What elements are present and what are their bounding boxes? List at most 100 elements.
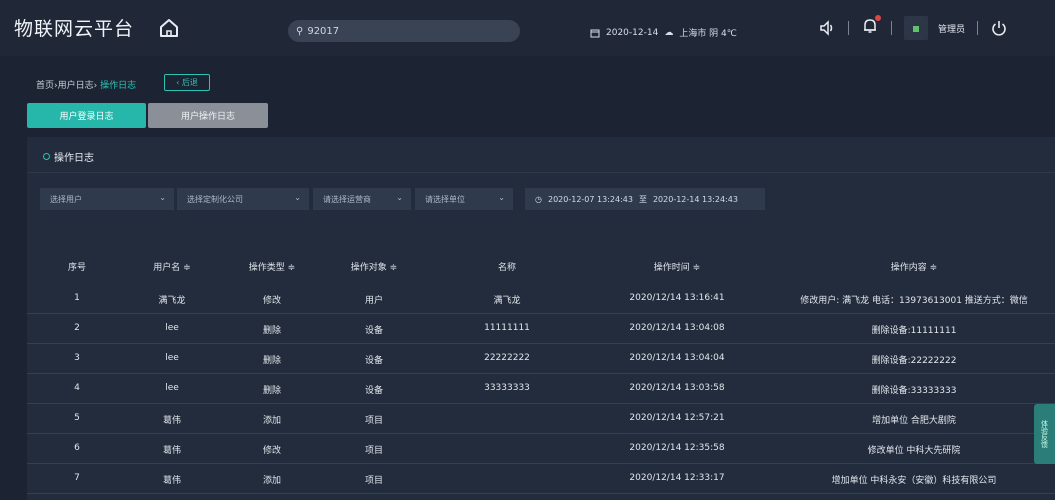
notification-button[interactable] [861,15,881,39]
search-icon: ⚲ [296,25,304,37]
table-row: 5 葛伟 添加 项目 2020/12/14 12:57:21 增加单位 合肥大剧… [27,404,1055,434]
divider [848,21,849,35]
column-header-index: 序号 [67,263,86,273]
unit-select-label: 请选择单位 [425,194,465,204]
column-header-op-type[interactable]: 操作类型 ≑ [237,260,307,273]
breadcrumb-parent[interactable]: 用户日志 [58,81,94,91]
cell-op-type: 删除 [262,356,281,366]
column-header-op-time[interactable]: 操作时间 ≑ [597,260,757,273]
date-range-picker[interactable]: ◷ 2020-12-07 13:24:43 至 2020-12-14 13:24… [525,188,765,210]
user-select[interactable]: 选择用户 ⌄ [40,188,174,210]
cell-username: 满飞龙 [158,296,186,306]
cell-index: 5 [74,413,80,423]
circle-icon [43,153,50,160]
cell-op-time: 2020/12/14 12:57:21 [629,413,725,423]
cell-username: 葛伟 [162,476,181,486]
cell-op-content: 删除设备:11111111 [871,326,957,336]
date-start: 2020-12-07 13:24:43 [547,194,633,204]
column-header-op-target[interactable]: 操作对象 ≑ [334,260,414,273]
cell-op-target: 项目 [364,446,383,456]
company-select-label: 选择定制化公司 [187,194,243,204]
cell-op-content: 删除设备:22222222 [871,356,957,366]
cell-index: 3 [74,353,80,363]
cell-op-type: 修改 [262,296,281,306]
notification-dot [875,15,881,21]
weather-icon: ☁ [664,27,674,38]
weather-text: 上海市 阴 4℃ [679,29,737,39]
table-header: 序号 用户名 ≑ 操作类型 ≑ 操作对象 ≑ 名称 操作时间 ≑ 操作内容 ≑ [27,250,1055,284]
table-row: 1 满飞龙 修改 用户 满飞龙 2020/12/14 13:16:41 修改用户… [27,284,1055,314]
cell-op-content: 修改单位 中科大先研院 [867,446,961,456]
cell-op-time: 2020/12/14 12:33:17 [629,473,725,483]
cell-index: 4 [74,383,80,393]
column-header-op-content[interactable]: 操作内容 ≑ [779,260,1049,273]
cell-name: 满飞龙 [493,296,521,306]
chevron-down-icon: ⌄ [396,193,403,202]
breadcrumb-current: 操作日志 [100,81,137,91]
cell-username: 葛伟 [162,416,181,426]
search-value: 92017 [307,25,340,37]
tab-operation-log[interactable]: 用户操作日志 [148,103,268,128]
table-row: 2 lee 删除 设备 11111111 2020/12/14 13:04:08… [27,314,1055,344]
cell-op-time: 2020/12/14 13:04:04 [629,353,725,363]
company-select[interactable]: 选择定制化公司 ⌄ [177,188,309,210]
cell-op-type: 删除 [262,386,281,396]
divider [977,21,979,35]
top-right-toolbar: 管理员 [818,14,1008,42]
panel-header: 操作日志 [27,137,1055,173]
user-select-label: 选择用户 [50,194,82,204]
cell-username: 葛伟 [162,446,181,456]
operator-select[interactable]: 请选择运营商 ⌄ [313,188,411,210]
cell-op-content: 增加单位 合肥大剧院 [872,416,956,426]
cell-op-target: 设备 [364,386,383,396]
top-bar: 物联网云平台 ⚲ 92017 2020-12-14 ☁ 上海市 阴 4℃ 管理员 [0,0,1055,56]
search-input[interactable]: ⚲ 92017 [288,20,520,42]
cell-op-content: 删除设备:33333333 [871,386,957,396]
back-button[interactable]: ‹ 后退 [164,74,210,91]
unit-select[interactable]: 请选择单位 ⌄ [415,188,513,210]
date-weather: 2020-12-14 ☁ 上海市 阴 4℃ [590,26,737,39]
chevron-down-icon: ⌄ [294,193,301,202]
app-title: 物联网云平台 [14,18,135,40]
breadcrumb-home[interactable]: 首页 [36,81,54,91]
cell-op-target: 设备 [364,356,383,366]
admin-name[interactable]: 管理员 [938,22,965,35]
cell-username: lee [165,323,179,333]
chevron-down-icon: ⌄ [498,193,505,202]
cell-name: 22222222 [484,353,530,363]
operation-log-panel: 操作日志 选择用户 ⌄ 选择定制化公司 ⌄ 请选择运营商 ⌄ 请选择单位 ⌄ ◷… [27,137,1055,500]
cell-op-type: 修改 [262,446,281,456]
column-header-username[interactable]: 用户名 ≑ [137,260,207,273]
cell-op-content: 增加单位 中科永安（安徽）科技有限公司 [831,476,997,486]
cell-index: 1 [74,293,80,303]
calendar-icon [590,29,600,37]
cell-op-target: 设备 [364,326,383,336]
cell-index: 7 [74,473,80,483]
column-header-name: 名称 [497,263,516,273]
avatar[interactable] [904,16,928,40]
cell-username: lee [165,353,179,363]
cell-op-type: 添加 [262,476,281,486]
tab-login-log[interactable]: 用户登录日志 [27,103,146,128]
date-end: 2020-12-14 13:24:43 [652,194,738,204]
cell-name: 33333333 [484,383,530,393]
speaker-icon[interactable] [818,19,836,37]
table-row: 3 lee 删除 设备 22222222 2020/12/14 13:04:04… [27,344,1055,374]
clock-icon: ◷ [535,194,542,204]
panel-title-text: 操作日志 [54,153,94,164]
home-icon[interactable] [158,17,180,39]
table-row: 4 lee 删除 设备 33333333 2020/12/14 13:03:58… [27,374,1055,404]
date-separator: 至 [638,194,647,204]
cell-op-time: 2020/12/14 13:03:58 [629,383,725,393]
power-icon[interactable] [990,19,1008,37]
table-row: 7 葛伟 添加 项目 2020/12/14 12:33:17 增加单位 中科永安… [27,464,1055,494]
chevron-down-icon: ⌄ [159,193,166,202]
cell-index: 6 [74,443,80,453]
panel-title: 操作日志 [43,149,94,164]
feedback-tab[interactable]: 体验反馈 [1034,404,1055,464]
breadcrumb: 首页›用户日志› 操作日志 [36,78,136,91]
cell-op-target: 项目 [364,476,383,486]
date-text: 2020-12-14 [606,27,659,38]
cell-op-target: 项目 [364,416,383,426]
cell-op-time: 2020/12/14 13:04:08 [629,323,725,333]
